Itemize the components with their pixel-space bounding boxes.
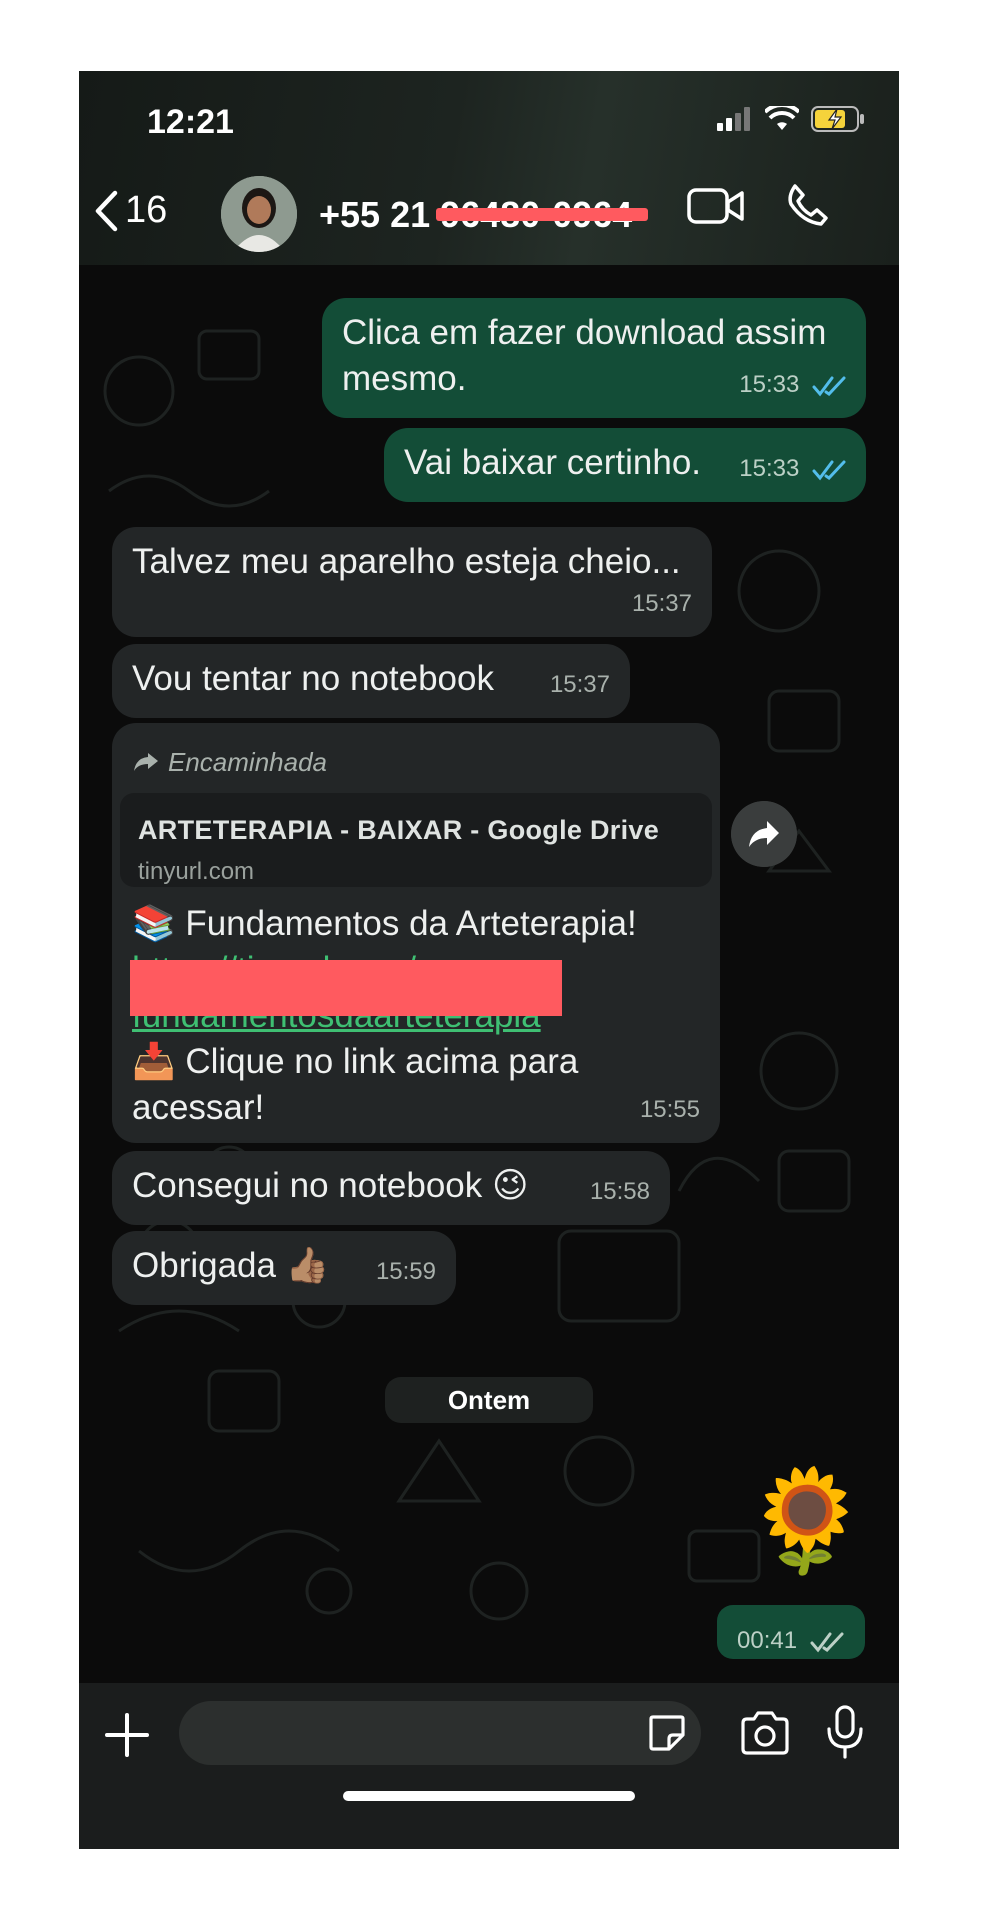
redaction-bar	[436, 208, 648, 221]
status-icons	[717, 105, 865, 133]
message-line-text: Consegui no notebook	[132, 1166, 483, 1205]
message-line-text: Clique no link acima para	[185, 1042, 579, 1081]
sticker-icon[interactable]	[647, 1713, 687, 1753]
wink-emoji: 😉	[492, 1166, 529, 1205]
message-line: acessar!	[132, 1088, 265, 1127]
message-time: 15:55	[639, 1096, 700, 1123]
message-time: 00:41	[737, 1627, 798, 1654]
message-time: 15:37	[549, 671, 610, 698]
message-bubble-forwarded[interactable]: Encaminhada ARTETERAPIA - BAIXAR - Googl…	[112, 723, 720, 1143]
signal-icon	[717, 107, 750, 131]
avatar-photo	[221, 176, 297, 252]
status-time: 12:21	[147, 103, 234, 141]
delivered-ticks-icon	[810, 1632, 844, 1653]
camera-icon[interactable]	[739, 1711, 791, 1755]
message-meta: 00:41	[737, 1618, 844, 1664]
unread-count: 16	[125, 189, 168, 231]
redaction-box	[130, 960, 562, 1016]
thumbs-up-emoji: 👍🏽	[285, 1246, 330, 1285]
back-chevron-icon	[95, 190, 118, 231]
back-button[interactable]: 16	[93, 189, 167, 232]
message-line-text: Obrigada	[132, 1246, 276, 1285]
date-separator: Ontem	[385, 1377, 593, 1423]
read-ticks-icon	[812, 460, 846, 481]
message-time: 15:33	[739, 455, 800, 482]
message-time: 15:58	[589, 1178, 650, 1205]
message-text: Talvez meu aparelho esteja cheio...	[132, 542, 681, 581]
message-bubble-outgoing[interactable]: Vai baixar certinho. 15:33	[384, 428, 866, 502]
home-indicator	[343, 1791, 635, 1801]
message-bubble-incoming[interactable]: Obrigada 👍🏽 15:59	[112, 1231, 456, 1305]
message-bubble-incoming[interactable]: Consegui no notebook 😉 15:58	[112, 1151, 670, 1225]
message-line: 📚 Fundamentos da Arteterapia!	[132, 901, 637, 947]
mic-icon[interactable]	[825, 1705, 865, 1761]
link-preview-title: ARTETERAPIA - BAIXAR - Google Drive	[138, 815, 660, 845]
forwarded-arrow-icon	[134, 753, 158, 771]
message-line: Clica em fazer download assim	[342, 313, 827, 352]
battery-charging-icon	[811, 106, 864, 132]
wifi-icon	[765, 106, 799, 130]
phone-screen: 12:21 16 +55 21 Clica em fazer download …	[79, 71, 899, 1849]
contact-avatar[interactable]	[221, 176, 297, 252]
sticker-message[interactable]: 🌻	[744, 1466, 869, 1576]
message-input[interactable]	[179, 1701, 701, 1765]
read-ticks-icon	[812, 376, 846, 397]
message-bubble-incoming[interactable]: Vou tentar no notebook 15:37	[112, 644, 630, 718]
message-bubble-incoming[interactable]: Talvez meu aparelho esteja cheio... 15:3…	[112, 527, 712, 637]
message-time: 15:59	[375, 1258, 436, 1285]
share-icon[interactable]	[731, 801, 797, 867]
inbox-emoji: 📥	[132, 1042, 176, 1081]
books-emoji: 📚	[132, 904, 176, 943]
message-text: Vou tentar no notebook	[132, 659, 494, 698]
message-text: 📚 Fundamentos da Arteterapia! https://ti…	[132, 901, 637, 1131]
message-meta: 15:33	[739, 362, 846, 408]
message-time: 15:37	[631, 590, 692, 617]
forwarded-text: Encaminhada	[168, 747, 327, 777]
sticker-time-pill: 00:41	[717, 1605, 865, 1659]
link-preview-site: tinyurl.com	[138, 858, 255, 885]
message-bubble-outgoing[interactable]: Clica em fazer download assim mesmo. 15:…	[322, 298, 866, 418]
chat-header: 12:21 16 +55 21	[79, 71, 899, 265]
link-preview[interactable]: ARTETERAPIA - BAIXAR - Google Drive tiny…	[120, 793, 712, 887]
message-text: Vai baixar certinho.	[404, 443, 702, 482]
video-call-icon[interactable]	[687, 186, 745, 226]
message-text: Obrigada 👍🏽	[132, 1243, 329, 1289]
message-line: 📥 Clique no link acima para	[132, 1039, 637, 1085]
message-meta: 15:33	[739, 446, 846, 492]
message-time: 15:33	[739, 371, 800, 398]
phone-icon[interactable]	[785, 182, 831, 228]
message-composer	[79, 1683, 899, 1849]
message-text: Consegui no notebook 😉	[132, 1163, 529, 1209]
forwarded-label: Encaminhada	[132, 739, 327, 785]
plus-icon[interactable]	[105, 1713, 149, 1757]
message-line-text: Fundamentos da Arteterapia!	[185, 904, 637, 943]
